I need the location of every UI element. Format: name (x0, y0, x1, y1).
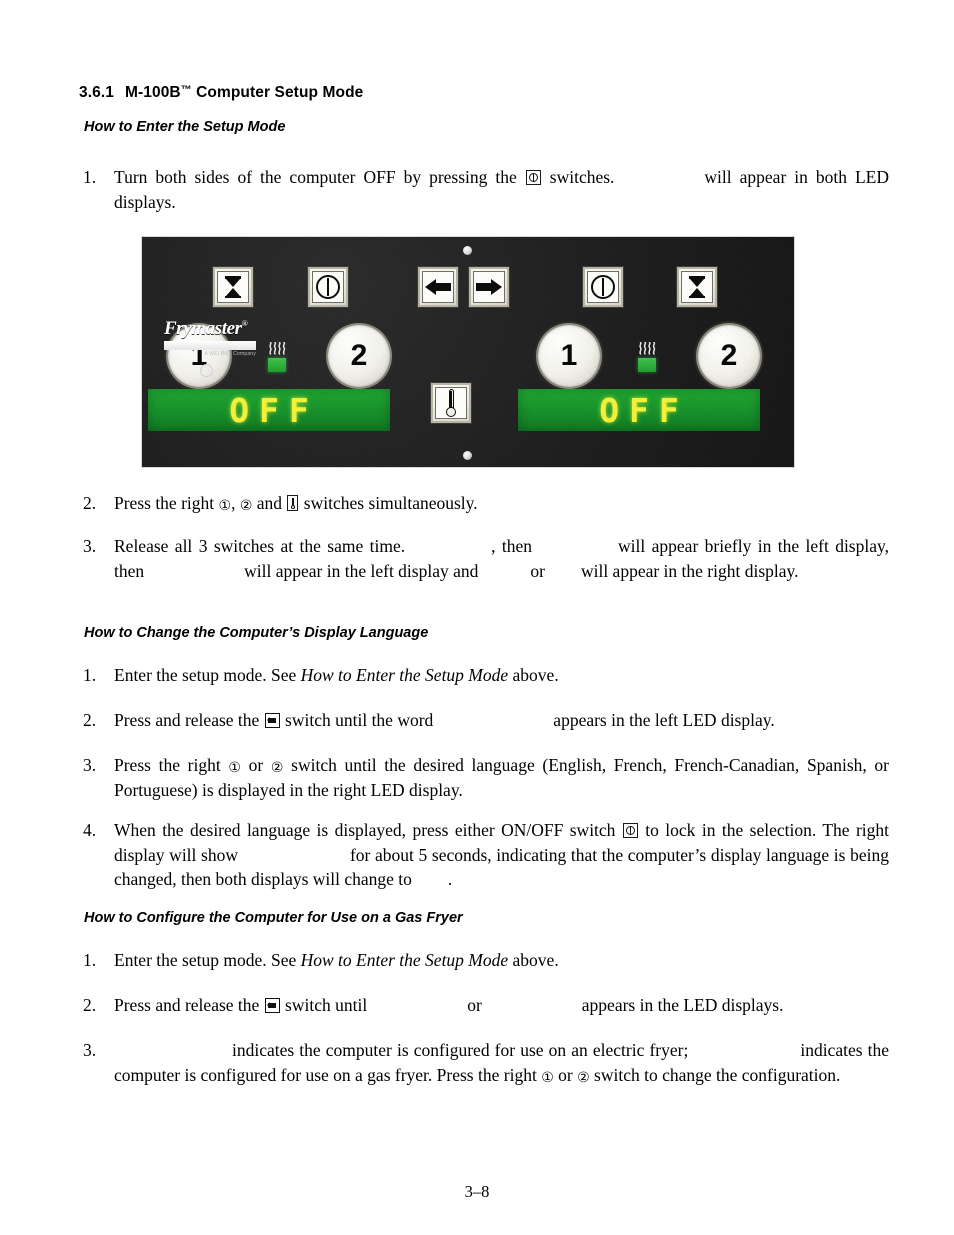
list-item: 2. Press and release the switch until the… (79, 708, 889, 733)
right-button-1[interactable]: 1 (538, 325, 600, 387)
left-led-display: OFF (148, 389, 390, 431)
left-button-2-label: 2 (350, 338, 368, 372)
onoff-icon (316, 275, 340, 299)
control-panel: 1 2 OFF Frymaster® A WELBILT Company UL … (141, 236, 795, 468)
steam-icon (639, 342, 656, 355)
circled-one-icon: ① (228, 760, 241, 776)
list-item: 1. Turn both sides of the computer OFF by… (83, 167, 889, 212)
left-led-text: OFF (229, 390, 319, 430)
right-heat-indicator-icon (636, 342, 658, 372)
left-hourglass-button[interactable] (213, 267, 253, 307)
section-heading: How to Enter the Setup Mode (84, 119, 286, 135)
list-item-marker: 2. (83, 995, 97, 1015)
list-item-marker: 4. (83, 820, 97, 840)
right-hourglass-button[interactable] (677, 267, 717, 307)
list-item: 4. When the desired language is displayed… (83, 820, 890, 889)
panel-screw-bottom-icon (463, 451, 472, 460)
thermometer-switch-icon (287, 495, 299, 511)
circled-two-icon: ② (239, 498, 253, 514)
onoff-switch-icon (622, 823, 638, 838)
frymaster-logo: Frymaster® A WELBILT Company (164, 319, 260, 357)
brand-bar (164, 341, 256, 350)
ul-certification-mark: UL (200, 364, 213, 377)
control-panel-figure: 1 2 OFF Frymaster® A WELBILT Company UL … (141, 236, 795, 468)
left-heat-indicator-icon (266, 342, 288, 372)
list-item-marker: 3. (83, 755, 97, 775)
right-led-display: OFF (518, 389, 760, 431)
list-item: 2. Press the right ①, ② and switches simu… (83, 493, 478, 514)
thermometer-icon (445, 389, 457, 417)
right-button-2[interactable]: 2 (698, 325, 760, 387)
onoff-switch-icon (525, 170, 541, 185)
section-title-main: M-100B (124, 84, 181, 101)
list-item-marker: 2. (83, 710, 97, 730)
list-item-marker: 3. (83, 1040, 97, 1060)
left-button-2[interactable]: 2 (328, 325, 390, 387)
panel-screw-top-icon (463, 246, 472, 255)
left-arrow-button[interactable] (418, 267, 458, 307)
circled-two-icon: ② (270, 760, 284, 776)
circled-one-icon: ① (218, 498, 232, 514)
document-page: 3.6.1 M-100B™ Computer Setup Mode How to … (0, 0, 954, 1235)
list-item: 2. Press and release the switch until or ap… (79, 993, 889, 1018)
right-button-1-label: 1 (560, 338, 578, 372)
list-item: 1. Enter the setup mode. See How to Enter… (79, 663, 889, 688)
list-item-marker: 1. (83, 950, 97, 970)
list-item: 3. Release all 3 switches at the same tim… (83, 536, 889, 581)
list-item-marker: 2. (83, 493, 97, 513)
onoff-icon (591, 275, 615, 299)
hourglass-icon (225, 276, 241, 298)
page-content: 3.6.1 M-100B™ Computer Setup Mode How to … (79, 80, 889, 1085)
hourglass-icon (689, 276, 705, 298)
steam-icon (269, 342, 286, 355)
cross-reference: How to Enter the Setup Mode (300, 665, 509, 685)
left-power-button[interactable] (308, 267, 348, 307)
left-arrow-switch-icon (264, 713, 280, 728)
brand-name: Frymaster® (164, 318, 248, 339)
section-title-rest: Computer Setup Mode (191, 84, 364, 101)
right-arrow-button[interactable] (469, 267, 509, 307)
circled-one-icon: ① (541, 1069, 554, 1086)
right-power-button[interactable] (583, 267, 623, 307)
cross-reference: How to Enter the Setup Mode (300, 950, 509, 970)
list-item-marker: 1. (83, 167, 97, 187)
page-number: 3–8 (464, 1182, 490, 1201)
section-number: 3.6.1 (79, 84, 114, 101)
page-title: 3.6.1 M-100B™ Computer Setup Mode (79, 80, 854, 103)
section-heading: How to Change the Computer’s Display Lan… (84, 625, 429, 641)
list-item-marker: 1. (83, 665, 97, 685)
page-footer: 3–8 (0, 1182, 954, 1202)
left-arrow-switch-icon (264, 998, 280, 1013)
list-item: 3. Press the right ① or ② switch until th… (83, 755, 890, 800)
thermometer-button[interactable] (431, 383, 471, 423)
circled-two-icon: ② (577, 1069, 590, 1086)
right-led-text: OFF (599, 390, 689, 430)
left-arrow-icon (425, 279, 451, 295)
list-item: 3. indicates the computer is configured f… (83, 1040, 890, 1086)
right-arrow-icon (476, 279, 502, 295)
brand-tagline: A WELBILT Company (204, 351, 256, 357)
trademark-symbol: ™ (180, 84, 192, 96)
list-item-marker: 3. (83, 536, 97, 556)
section-heading: How to Configure the Computer for Use on… (84, 910, 463, 926)
brand-trademark: ® (241, 319, 248, 328)
list-item: 1. Enter the setup mode. See How to Enter… (79, 948, 889, 973)
right-button-2-label: 2 (720, 338, 738, 372)
